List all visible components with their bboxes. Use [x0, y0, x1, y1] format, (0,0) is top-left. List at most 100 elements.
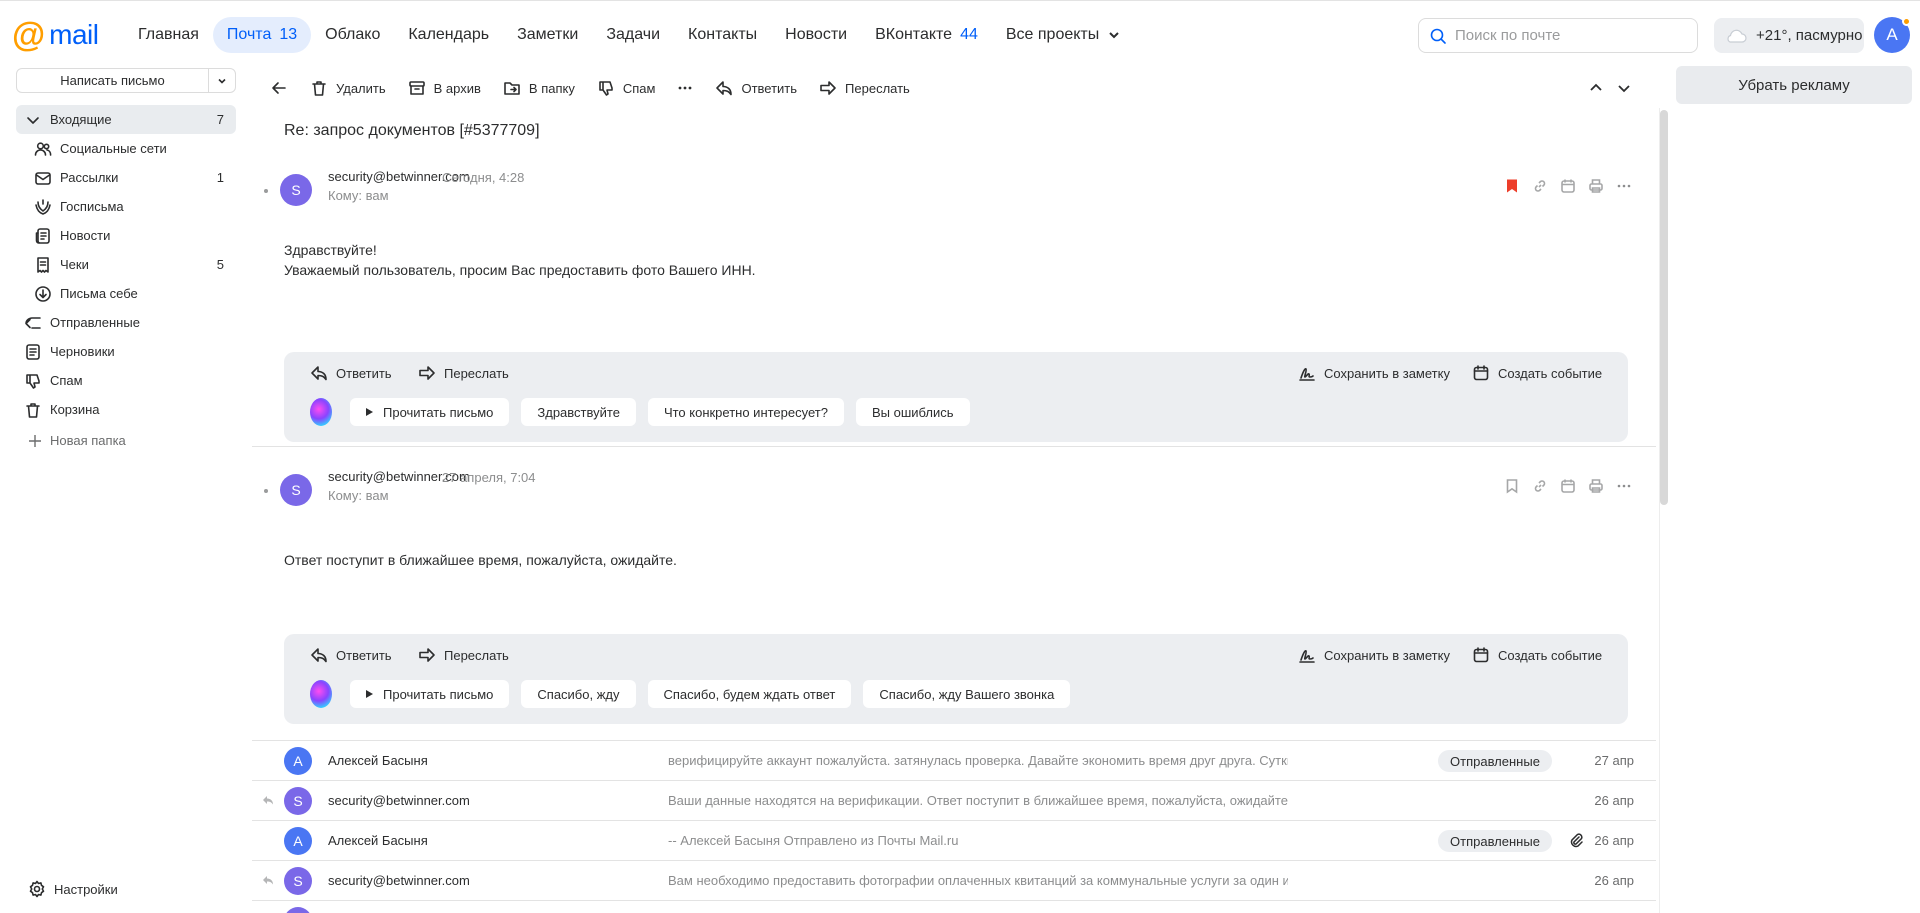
reply-button[interactable]: Ответить [715, 79, 797, 97]
nav-notes[interactable]: Заметки [503, 17, 592, 53]
delete-button[interactable]: Удалить [310, 79, 386, 97]
read-aloud-button[interactable]: Прочитать письмо [350, 680, 510, 708]
settings-button[interactable]: Настройки [28, 880, 118, 898]
search-input[interactable] [1455, 27, 1675, 44]
compose-menu-button[interactable] [209, 69, 235, 92]
quick-reply-chip[interactable]: Вы ошиблись [855, 398, 970, 426]
nav-vk[interactable]: ВКонтакте 44 [861, 17, 992, 53]
read-aloud-button[interactable]: Прочитать письмо [350, 398, 510, 426]
quick-reply-chip[interactable]: Что конкретно интересует? [647, 398, 844, 426]
recipient[interactable]: Кому: вам [328, 188, 389, 203]
thread-row[interactable] [252, 901, 1656, 913]
bookmark-icon[interactable] [1504, 478, 1520, 494]
more-horizontal-icon[interactable] [1616, 178, 1632, 194]
thread-row[interactable]: S security@betwinner.com Вам необходимо … [252, 861, 1656, 901]
folder-to-self[interactable]: Письма себе [16, 279, 236, 308]
nav-contacts[interactable]: Контакты [674, 17, 771, 53]
folder-news[interactable]: Новости [16, 221, 236, 250]
chevron-down-icon[interactable] [1616, 80, 1632, 96]
create-event-button[interactable]: Создать событие [1472, 646, 1602, 664]
folder-sent[interactable]: Отправленные [16, 308, 236, 337]
folder-spam[interactable]: Спам [16, 366, 236, 395]
folder-newsletters[interactable]: Рассылки 1 [16, 163, 236, 192]
chevron-down-icon [27, 116, 39, 124]
more-button[interactable] [677, 80, 693, 96]
nav-tasks[interactable]: Задачи [592, 17, 674, 53]
nav-label: Главная [138, 26, 199, 43]
sender-avatar: А [284, 827, 312, 855]
thread-row[interactable]: S security@betwinner.com Ваши данные нах… [252, 781, 1656, 821]
quick-reply-chip[interactable]: Спасибо, жду Вашего звонка [863, 680, 1071, 708]
folder-trash[interactable]: Корзина [16, 395, 236, 424]
move-to-folder-button[interactable]: В папку [503, 79, 575, 97]
scrollbar-thumb[interactable] [1660, 110, 1668, 505]
message-subject: Re: запрос документов [#5377709] [284, 122, 540, 139]
chevron-up-icon[interactable] [1588, 80, 1604, 96]
new-folder-button[interactable]: Новая папка [28, 433, 126, 448]
reply-label: Ответить [741, 80, 798, 96]
link-icon[interactable] [1532, 478, 1548, 494]
nav-home[interactable]: Главная [124, 17, 213, 53]
folder-tag: Отправленные [1438, 750, 1552, 772]
quick-reply-chip[interactable]: Здравствуйте [521, 398, 636, 426]
remove-ads-button[interactable]: Убрать рекламу [1676, 66, 1912, 104]
reply-button[interactable]: Ответить [310, 646, 392, 664]
thread-row[interactable]: А Алексей Басыня верифицируйте аккаунт п… [252, 741, 1656, 781]
forward-button[interactable]: Переслать [819, 79, 910, 97]
quick-reply-chip[interactable]: Спасибо, будем ждать ответ [647, 680, 852, 708]
sender-avatar: А [284, 747, 312, 775]
message-body: Здравствуйте! Уважаемый пользователь, пр… [284, 240, 756, 280]
weather-widget[interactable]: +21°, пасмурно [1714, 18, 1864, 53]
sender-name: security@betwinner.com [328, 873, 470, 888]
folder-inbox[interactable]: Входящие 7 [16, 105, 236, 134]
nav-label: Все проекты [1005, 26, 1100, 43]
folder-drafts[interactable]: Черновики [16, 337, 236, 366]
people-icon [34, 141, 52, 156]
assistant-orb-icon[interactable] [310, 680, 332, 708]
sender-avatar[interactable]: S [280, 174, 312, 206]
nav-all-projects[interactable]: Все проекты [992, 17, 1135, 53]
sender-avatar[interactable]: S [280, 474, 312, 506]
save-to-note-button[interactable]: Сохранить в заметку [1298, 364, 1450, 382]
assistant-orb-icon[interactable] [310, 398, 332, 426]
more-horizontal-icon [679, 86, 692, 90]
nav-mail[interactable]: Почта 13 [212, 17, 312, 53]
message-item: S security@betwinner.com Сегодня, 4:28 К… [252, 166, 1656, 506]
create-event-label: Создать событие [1498, 647, 1603, 663]
gear-icon [29, 880, 45, 898]
calendar-icon[interactable] [1560, 178, 1576, 194]
folder-receipts[interactable]: Чеки 5 [16, 250, 236, 279]
folder-gov-mail[interactable]: Госписьма [16, 192, 236, 221]
print-icon[interactable] [1588, 178, 1604, 194]
link-icon[interactable] [1532, 178, 1548, 194]
recipient[interactable]: Кому: вам [328, 488, 389, 503]
forward-button[interactable]: Переслать [418, 646, 509, 664]
search-box[interactable] [1418, 18, 1698, 53]
bookmark-icon[interactable] [1504, 178, 1520, 194]
forward-button[interactable]: Переслать [418, 364, 509, 382]
spam-button[interactable]: Спам [597, 79, 655, 97]
body-line: Ответ поступит в ближайшее время, пожалу… [284, 552, 677, 568]
mail-logo[interactable]: @ mail [12, 18, 99, 52]
print-icon[interactable] [1588, 478, 1604, 494]
message-date: 27 апреля, 7:04 [442, 470, 536, 485]
folder-social[interactable]: Социальные сети [16, 134, 236, 163]
nav-label: Заметки [517, 26, 579, 43]
calendar-icon[interactable] [1560, 478, 1576, 494]
more-horizontal-icon[interactable] [1616, 478, 1632, 494]
message-actions [1504, 178, 1632, 194]
forward-label: Переслать [444, 365, 509, 381]
save-to-note-button[interactable]: Сохранить в заметку [1298, 646, 1450, 664]
compose-button[interactable]: Написать письмо [17, 69, 209, 92]
user-avatar[interactable]: А [1874, 17, 1911, 53]
nav-calendar[interactable]: Календарь [394, 17, 503, 53]
create-event-button[interactable]: Создать событие [1472, 364, 1602, 382]
nav-cloud[interactable]: Облако [311, 17, 394, 53]
back-button[interactable] [270, 79, 288, 97]
thread-row[interactable]: А Алексей Басыня -- Алексей Басыня Отпра… [252, 821, 1656, 861]
archive-button[interactable]: В архив [408, 79, 481, 97]
nav-news[interactable]: Новости [771, 17, 861, 53]
quick-reply-chip[interactable]: Спасибо, жду [521, 680, 636, 708]
reply-button[interactable]: Ответить [310, 364, 392, 382]
nav-label: Календарь [408, 26, 490, 43]
